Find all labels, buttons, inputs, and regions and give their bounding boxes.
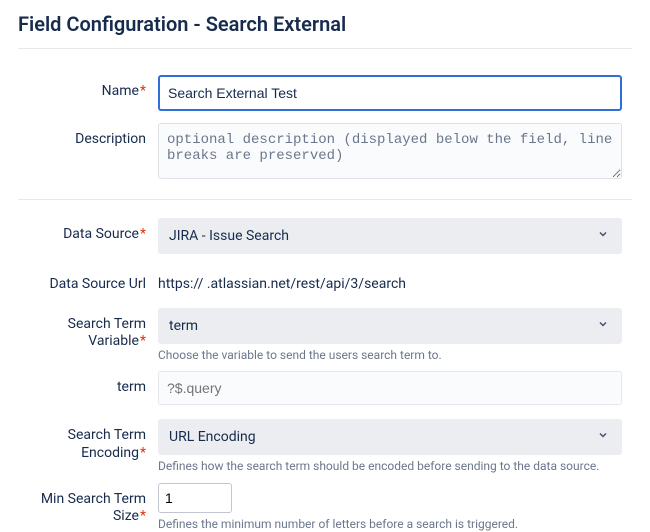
required-mark: * xyxy=(140,226,146,242)
data-source-value: JIRA - Issue Search xyxy=(169,228,289,244)
chevron-down-icon xyxy=(597,228,621,244)
description-label: Description xyxy=(18,123,158,149)
required-mark: * xyxy=(140,445,146,461)
search-term-variable-value: term xyxy=(169,318,198,334)
required-mark: * xyxy=(140,508,146,524)
search-term-variable-label: Search Term Variable* xyxy=(18,308,158,351)
chevron-down-icon xyxy=(597,429,621,445)
search-term-variable-select[interactable]: term xyxy=(158,308,622,344)
min-search-term-size-input[interactable] xyxy=(158,483,232,513)
page-title: Field Configuration - Search External xyxy=(18,12,632,36)
data-source-url-value: https:// .atlassian.net/rest/api/3/searc… xyxy=(158,268,622,292)
description-textarea[interactable] xyxy=(158,123,622,179)
term-label: term xyxy=(18,371,158,397)
required-mark: * xyxy=(140,333,146,349)
name-label: Name* xyxy=(18,75,158,101)
name-input[interactable] xyxy=(158,75,622,111)
data-source-label: Data Source* xyxy=(18,218,158,244)
min-search-term-size-help: Defines the minimum number of letters be… xyxy=(158,517,622,532)
search-term-encoding-help: Defines how the search term should be en… xyxy=(158,459,622,475)
search-term-variable-help: Choose the variable to send the users se… xyxy=(158,348,622,364)
search-term-encoding-select[interactable]: URL Encoding xyxy=(158,419,622,455)
header-divider xyxy=(18,48,632,49)
data-source-select[interactable]: JIRA - Issue Search xyxy=(158,218,622,254)
required-mark: * xyxy=(140,83,146,99)
data-source-url-label: Data Source Url xyxy=(18,268,158,294)
search-term-encoding-label: Search Term Encoding* xyxy=(18,419,158,462)
term-input[interactable] xyxy=(158,371,622,405)
chevron-down-icon xyxy=(597,318,621,334)
search-term-encoding-value: URL Encoding xyxy=(169,429,256,445)
section-divider xyxy=(18,199,632,200)
min-search-term-size-label: Min Search Term Size* xyxy=(18,483,158,526)
